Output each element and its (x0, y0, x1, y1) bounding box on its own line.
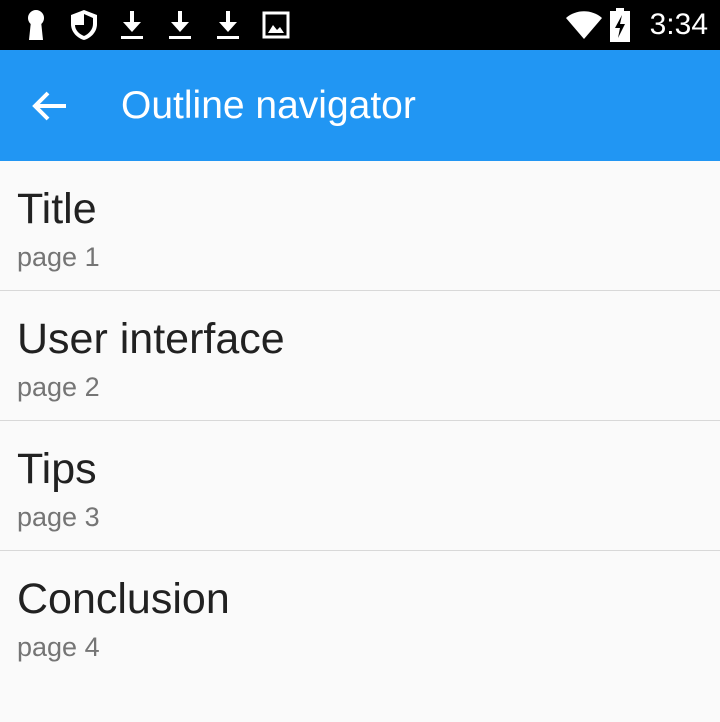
outline-item[interactable]: Conclusion page 4 (0, 551, 720, 680)
shield-icon (68, 9, 100, 41)
download-icon (164, 9, 196, 41)
outline-item-title: Conclusion (17, 575, 230, 623)
download-icon (116, 9, 148, 41)
image-icon (260, 9, 292, 41)
status-time: 3:34 (649, 8, 708, 41)
outline-list: Title page 1 User interface page 2 Tips … (0, 161, 720, 680)
back-button[interactable] (20, 76, 80, 136)
battery-charging-icon (608, 8, 632, 42)
wifi-icon (564, 9, 604, 41)
page-title: Outline navigator (121, 84, 416, 127)
outline-item-page: page 3 (17, 502, 100, 532)
outline-item[interactable]: User interface page 2 (0, 291, 720, 421)
outline-item-title: Title (17, 185, 97, 233)
status-bar: 3:34 (0, 0, 720, 50)
arrow-back-icon (32, 91, 66, 121)
outline-item-title: Tips (17, 445, 97, 493)
outline-item-page: page 2 (17, 372, 100, 402)
outline-item-page: page 1 (17, 242, 100, 272)
keyhole-icon (20, 9, 52, 41)
outline-item-page: page 4 (17, 632, 100, 662)
download-icon (212, 9, 244, 41)
outline-item[interactable]: Title page 1 (0, 161, 720, 291)
outline-item-title: User interface (17, 315, 285, 363)
outline-item[interactable]: Tips page 3 (0, 421, 720, 551)
app-toolbar: Outline navigator (0, 50, 720, 161)
